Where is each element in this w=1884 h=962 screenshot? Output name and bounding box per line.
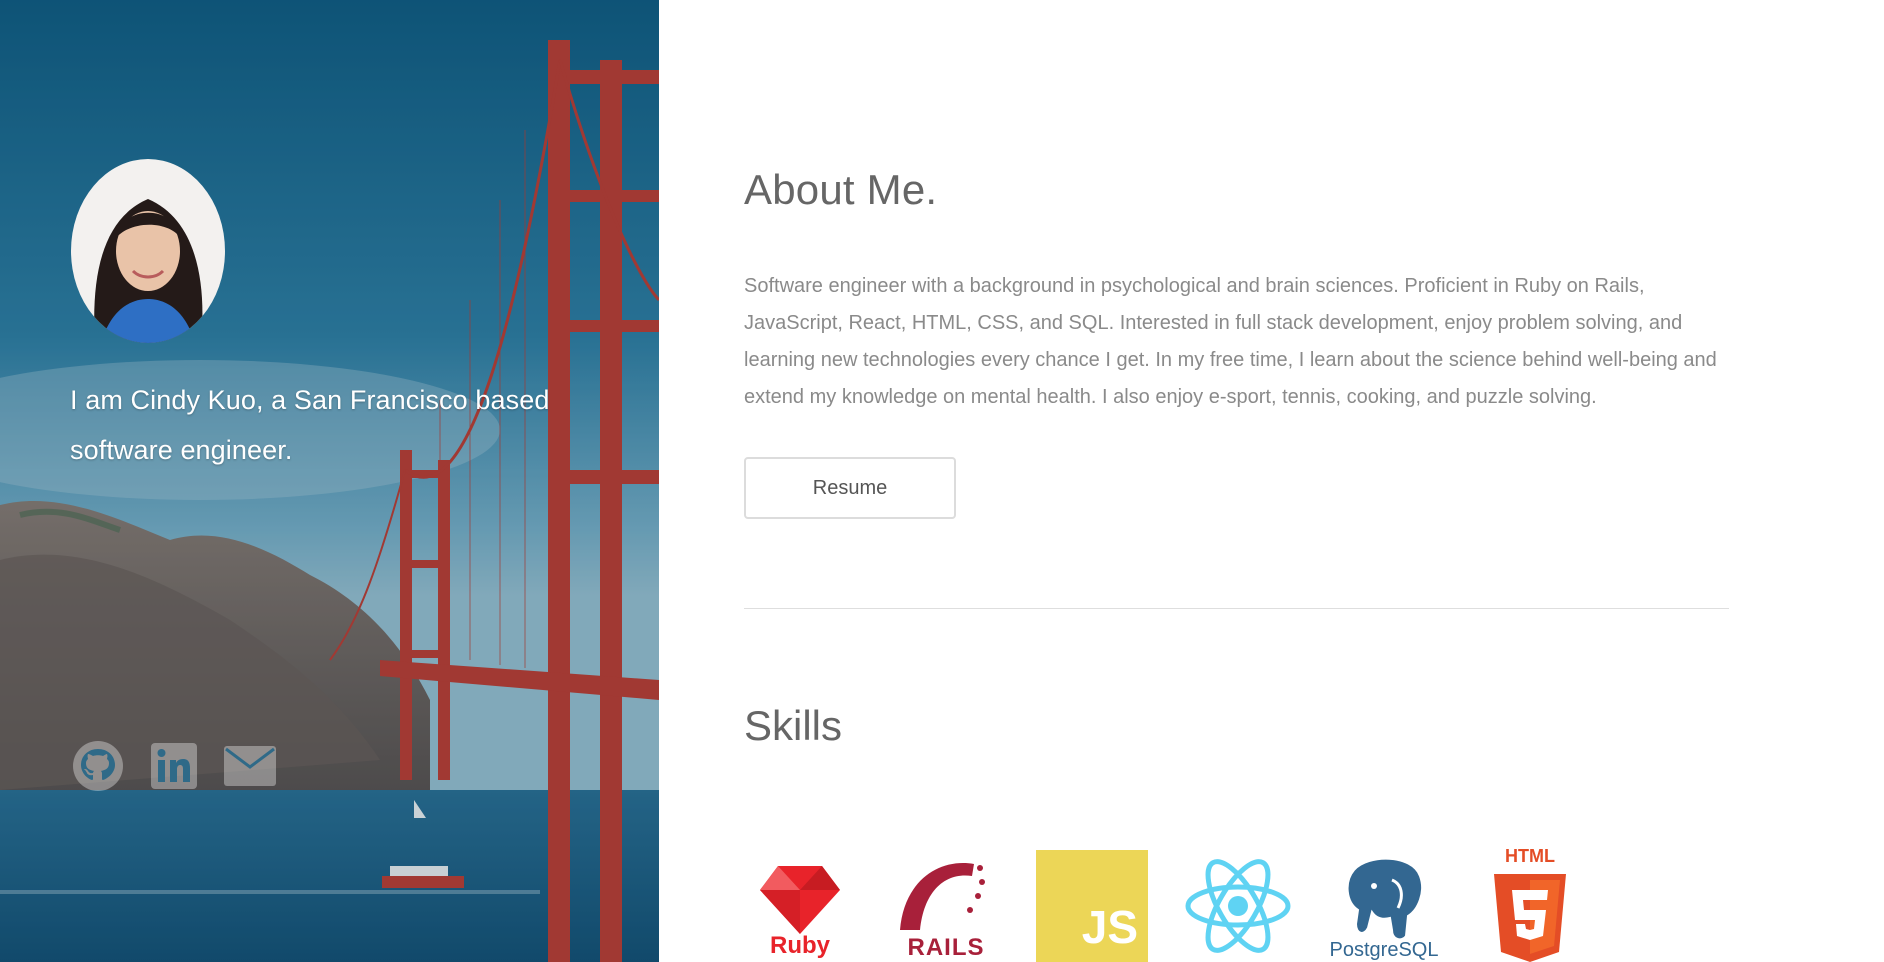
avatar bbox=[71, 159, 225, 343]
skill-label-ruby: Ruby bbox=[770, 932, 830, 959]
social-links bbox=[70, 738, 278, 794]
golden-gate-background bbox=[0, 0, 659, 962]
email-link[interactable] bbox=[222, 738, 278, 794]
skill-label-html: HTML bbox=[1505, 846, 1555, 866]
skill-label-postgresql: PostgreSQL bbox=[1329, 939, 1439, 961]
skill-label-rails: RAILS bbox=[907, 934, 985, 961]
hero-panel: I am Cindy Kuo, a San Francisco based so… bbox=[0, 0, 659, 962]
intro-text: I am Cindy Kuo, a San Francisco based so… bbox=[70, 385, 550, 465]
about-text: Software engineer with a background in p… bbox=[744, 275, 1717, 408]
react-logo-icon bbox=[1185, 859, 1291, 953]
skill-react bbox=[1182, 850, 1294, 962]
section-divider bbox=[744, 608, 1729, 609]
linkedin-link[interactable] bbox=[146, 738, 202, 794]
about-heading: About Me. bbox=[744, 166, 938, 213]
resume-button[interactable]: Resume bbox=[744, 457, 956, 519]
skills-heading: Skills bbox=[744, 702, 843, 749]
skill-rails: RAILS bbox=[890, 850, 1002, 962]
skill-html5: HTML bbox=[1474, 846, 1586, 962]
email-icon bbox=[224, 746, 276, 786]
profile-photo-icon bbox=[71, 159, 225, 343]
skill-ruby: Ruby bbox=[744, 850, 856, 962]
skill-postgresql: PostgreSQL bbox=[1328, 850, 1440, 962]
github-link[interactable] bbox=[70, 738, 126, 794]
github-icon bbox=[73, 741, 123, 791]
skills-list: Ruby RAILS JS PostgreSQL HTML bbox=[744, 846, 1620, 962]
linkedin-icon bbox=[151, 743, 197, 789]
skill-javascript: JS bbox=[1036, 850, 1148, 962]
skill-label-js: JS bbox=[1081, 901, 1138, 953]
